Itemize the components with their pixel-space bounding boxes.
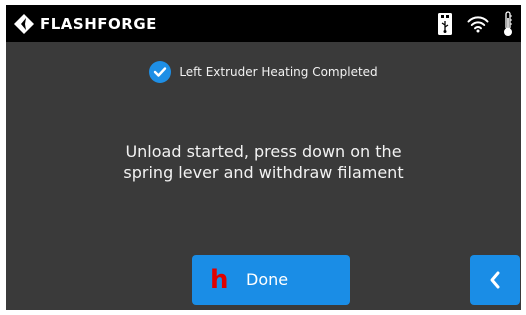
printer-screen: FLASHFORGE Left Extruder Heating Complet… [6, 5, 521, 310]
instruction-line-1: Unload started, press down on the [125, 142, 402, 161]
usb-drive-icon[interactable] [437, 12, 453, 36]
done-button[interactable]: h Done [192, 255, 350, 305]
status-icons [437, 11, 513, 37]
done-button-mark: h [210, 265, 229, 295]
notice-text: Left Extruder Heating Completed [179, 65, 378, 79]
heating-complete-notice: Left Extruder Heating Completed [6, 61, 521, 83]
instruction-line-2: spring lever and withdraw filament [123, 163, 404, 182]
brand-name: FLASHFORGE [40, 15, 157, 33]
wifi-icon[interactable] [467, 15, 489, 33]
flashforge-logo-icon [14, 14, 34, 34]
chevron-left-icon [490, 271, 500, 289]
checkmark-circle-icon [149, 61, 172, 83]
thermometer-icon[interactable] [503, 11, 513, 37]
back-button[interactable] [470, 255, 520, 305]
instruction-message: Unload started, press down on the spring… [6, 141, 521, 183]
brand-logo: FLASHFORGE [13, 13, 157, 35]
top-status-bar: FLASHFORGE [6, 5, 521, 42]
done-button-label: Done [246, 270, 289, 289]
